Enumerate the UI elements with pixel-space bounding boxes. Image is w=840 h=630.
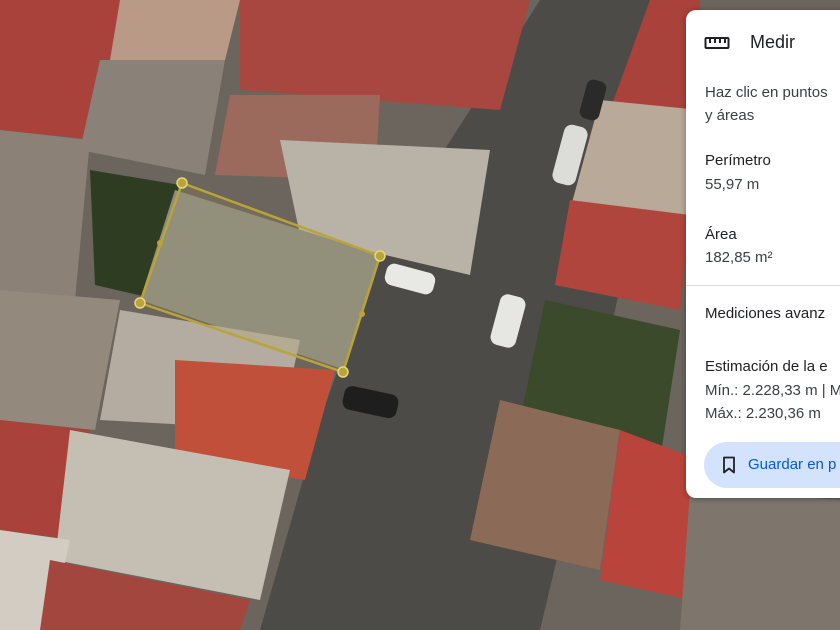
elevation-estimate-label: Estimación de la e	[705, 358, 828, 375]
perimeter-label: Perímetro	[705, 152, 771, 169]
ruler-icon	[704, 37, 730, 49]
elevation-max-value: Máx.: 2.230,36 m	[705, 405, 821, 422]
perimeter-value: 55,97 m	[705, 176, 760, 193]
measure-vertex[interactable]	[374, 250, 386, 262]
measure-vertex[interactable]	[176, 177, 188, 189]
measure-panel: Medir Haz clic en puntos y áreas Perímet…	[686, 10, 840, 498]
building-roof	[680, 490, 840, 630]
measure-vertex[interactable]	[337, 366, 349, 378]
building-roof	[110, 0, 240, 60]
measure-vertex[interactable]	[134, 297, 146, 309]
hint-line-1: Haz clic en puntos	[705, 84, 828, 101]
hint-line-2: y áreas	[705, 107, 755, 124]
save-button-label: Guardar en p	[748, 456, 837, 473]
area-value: 182,85 m²	[705, 249, 773, 266]
area-label: Área	[705, 226, 737, 243]
elevation-min-value: Mín.: 2.228,33 m | M	[705, 382, 840, 399]
divider	[686, 285, 840, 286]
panel-title: Medir	[750, 32, 796, 52]
building-roof	[0, 130, 90, 300]
measure-midpoint[interactable]	[157, 240, 163, 246]
save-button[interactable]: Guardar en p	[704, 442, 840, 488]
bookmark-icon	[723, 456, 735, 474]
instruction-text: Haz clic en puntos y áreas	[705, 81, 840, 127]
advanced-measurements-label[interactable]: Mediciones avanz	[705, 305, 825, 322]
measure-midpoint[interactable]	[359, 311, 365, 317]
panel-header: Medir	[686, 10, 840, 74]
